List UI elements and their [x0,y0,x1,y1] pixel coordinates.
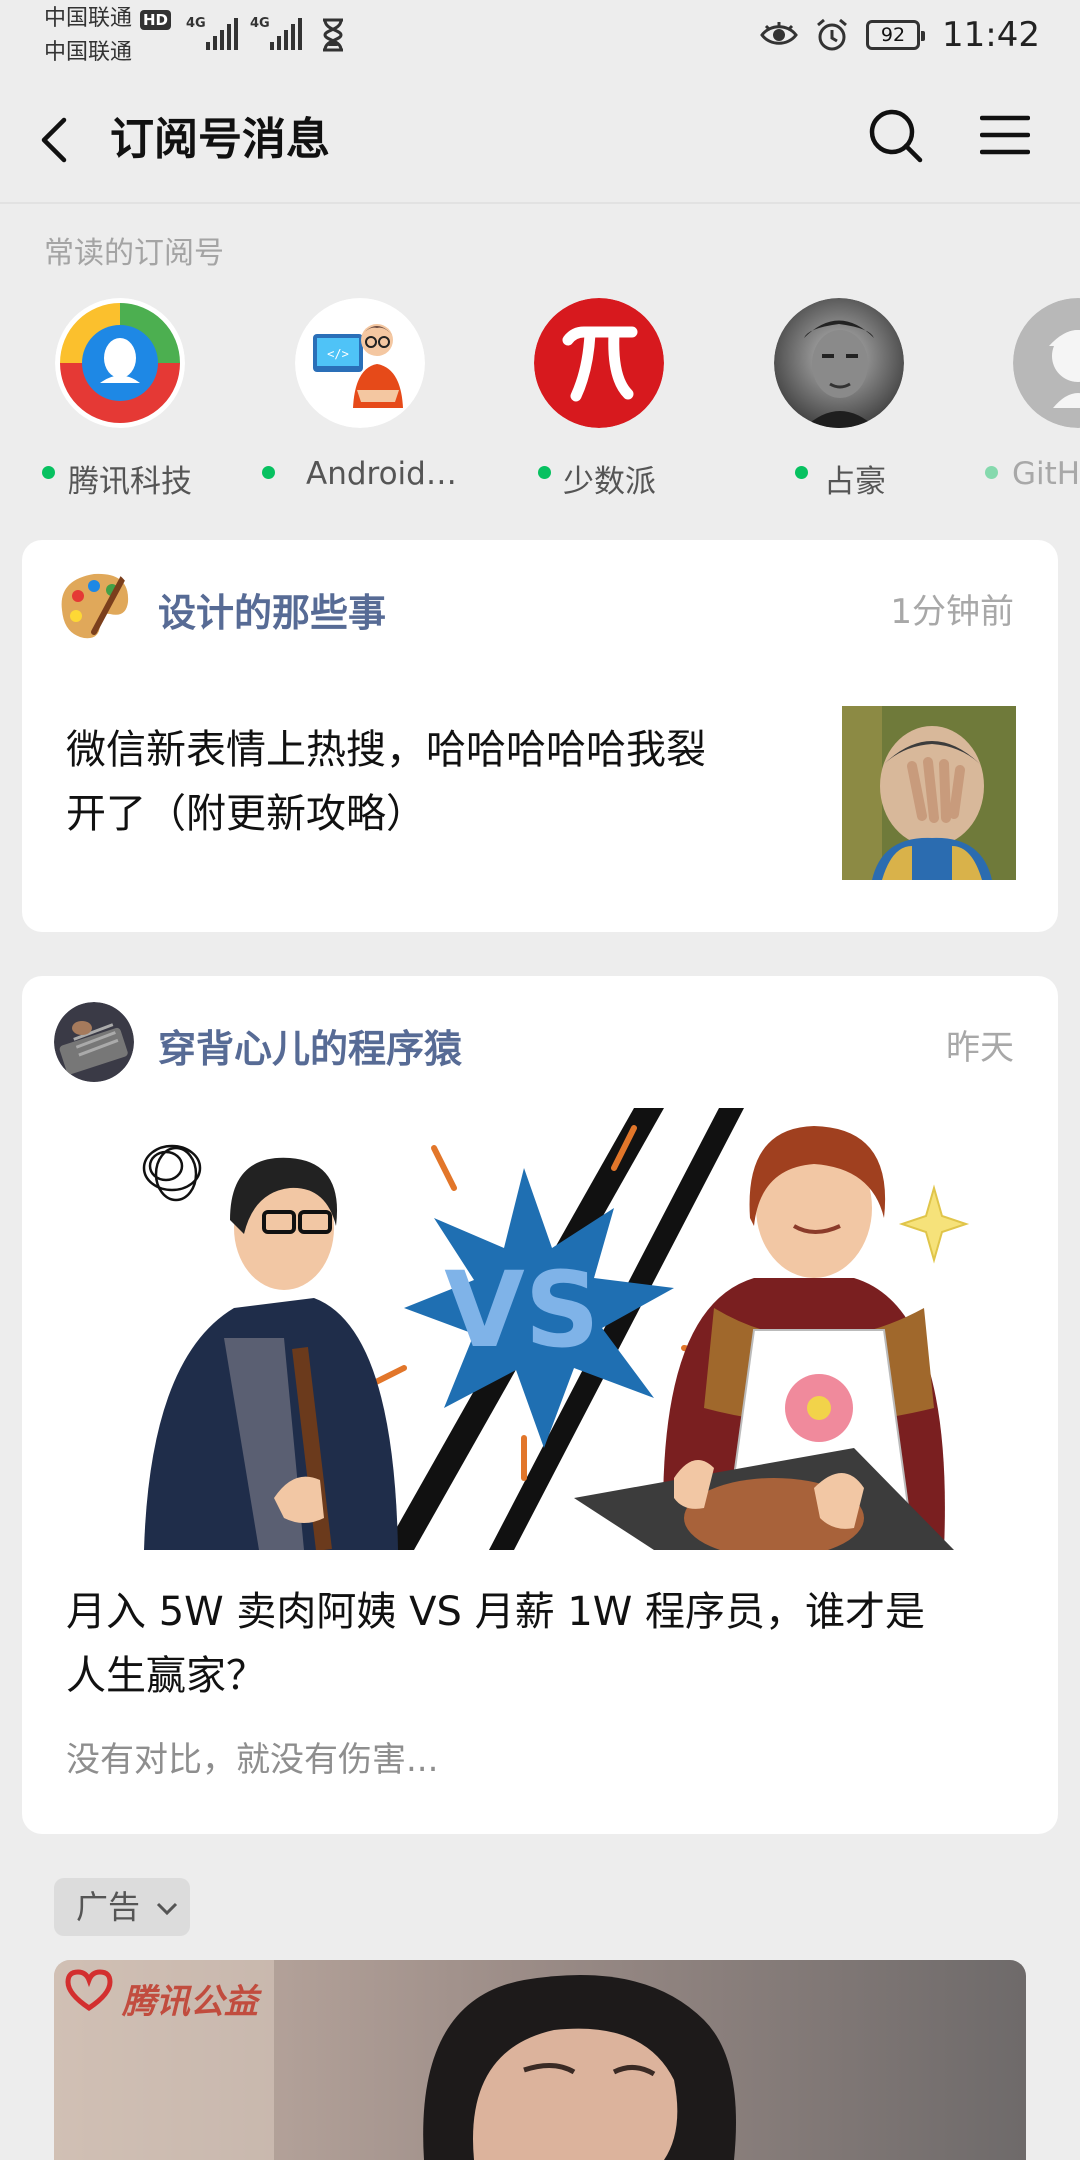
ad-tag-label: 广告 [76,1888,141,1926]
account-avatar-github[interactable] [1013,298,1080,428]
article-thumbnail[interactable] [842,706,1016,880]
vs-label: VS [444,1249,599,1371]
timestamp: 昨天 [946,1028,1014,1068]
source-name[interactable]: 穿背心儿的程序猿 [158,1018,462,1073]
unread-dot [262,466,275,479]
article-title-line: 人生赢家？ [66,1653,266,1699]
clock: 11:42 [942,15,1040,55]
article-title[interactable]: 月入 5W 卖肉阿姨 VS 月薪 1W 程序员，谁才是 人生赢家？ [66,1580,1026,1708]
unread-dot [538,466,551,479]
svg-text:</>: </> [327,347,349,361]
battery-icon: 92 [866,20,926,50]
carrier-label-2: 中国联通 [44,40,133,65]
account-avatar-tencent-tech[interactable] [55,298,185,428]
source-avatar[interactable] [54,566,134,646]
account-avatar-zhanhao[interactable] [774,298,904,428]
article-title-line: 开了（附更新攻略） [66,791,426,837]
chevron-down-icon [157,1902,178,1916]
status-bar: 中国联通 中国联通 HD 4G 4G 92 11:42 [0,0,1080,70]
unread-dot [985,466,998,479]
ad-tag-button[interactable]: 广告 [54,1878,190,1936]
article-title-line: 月入 5W 卖肉阿姨 VS 月薪 1W 程序员，谁才是 [66,1589,926,1635]
frequent-section-label: 常读的订阅号 [44,236,224,271]
feed-card[interactable]: 设计的那些事 1分钟前 微信新表情上热搜，哈哈哈哈哈我裂 开了（附更新攻略） [22,540,1058,932]
account-name[interactable]: 腾讯科技 [68,456,192,501]
feed-card[interactable]: 穿背心儿的程序猿 昨天 VS 月入 5W 卖肉阿姨 VS 月薪 1W 程序员，谁… [22,976,1058,1834]
article-cover-image[interactable]: VS [54,1108,1026,1550]
account-avatar-android[interactable]: </> [295,298,425,428]
hourglass-icon [323,18,343,52]
article-title-line: 微信新表情上热搜，哈哈哈哈哈我裂 [66,727,706,773]
signal-label-2: 4G [250,16,270,31]
menu-icon[interactable] [980,110,1030,160]
carrier-label-1: 中国联通 [44,6,133,31]
page-title: 订阅号消息 [110,114,330,165]
signal-label-1: 4G [186,16,206,31]
timestamp: 1分钟前 [890,592,1014,632]
header-divider [0,202,1080,204]
eye-icon [760,22,798,45]
hd-icon: HD [140,10,172,30]
account-name[interactable]: 少数派 [563,456,656,501]
search-icon[interactable] [866,106,926,166]
article-summary: 没有对比，就没有伤害... [66,1740,439,1780]
heart-logo-icon [65,1969,113,2012]
back-arrow-icon[interactable] [34,112,74,168]
article-title[interactable]: 微信新表情上热搜，哈哈哈哈哈我裂 开了（附更新攻略） [66,718,826,846]
account-name[interactable]: GitHu [1012,456,1080,492]
account-avatar-sspai[interactable] [534,298,664,428]
unread-dot [42,466,55,479]
account-name[interactable]: 占豪 [824,456,886,501]
nav-header: 订阅号消息 [0,80,1080,200]
unread-dot [795,466,808,479]
account-name[interactable]: Android… [306,456,457,492]
source-name[interactable]: 设计的那些事 [158,582,386,637]
ad-brand-label: 腾讯公益 [122,1982,258,2022]
alarm-icon [817,18,847,51]
source-avatar[interactable] [54,1002,134,1082]
